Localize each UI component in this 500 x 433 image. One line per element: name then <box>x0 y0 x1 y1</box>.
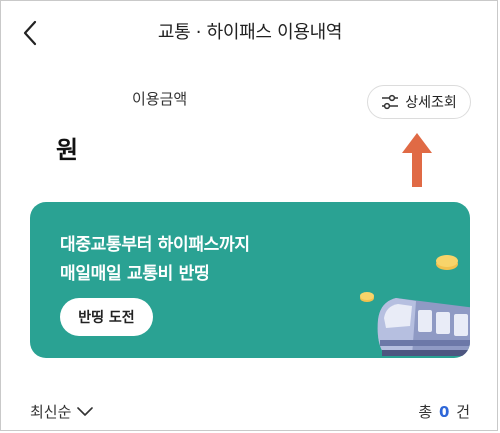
detail-search-button[interactable]: 상세조회 <box>367 85 471 119</box>
page-title: 교통 · 하이패스 이용내역 <box>157 22 343 43</box>
total-suffix: 건 <box>456 403 470 421</box>
usage-amount-value: 원 <box>56 136 79 164</box>
total-count: 총 0 건 <box>418 401 470 422</box>
banner-headline-2: 매일매일 교통비 반띵 <box>60 264 210 284</box>
sort-dropdown[interactable]: 최신순 <box>30 401 94 422</box>
banban-challenge-button[interactable]: 반띵 도전 <box>60 298 153 336</box>
sliders-icon <box>382 94 399 110</box>
promo-banner[interactable]: 대중교통부터 하이패스까지 매일매일 교통비 반띵 반띵 도전 <box>30 202 470 358</box>
banner-headline-1: 대중교통부터 하이패스까지 <box>60 235 250 255</box>
train-illustration-icon <box>360 255 470 356</box>
total-count-value: 0 <box>438 403 450 421</box>
total-prefix: 총 <box>418 403 433 421</box>
top-bar: 교통 · 하이패스 이용내역 <box>0 0 500 66</box>
detail-search-label: 상세조회 <box>405 95 457 111</box>
usage-amount-label: 이용금액 <box>132 90 188 108</box>
annotation-arrow-up-icon <box>402 133 432 187</box>
chevron-down-icon <box>77 406 94 416</box>
sort-label: 최신순 <box>30 403 72 421</box>
